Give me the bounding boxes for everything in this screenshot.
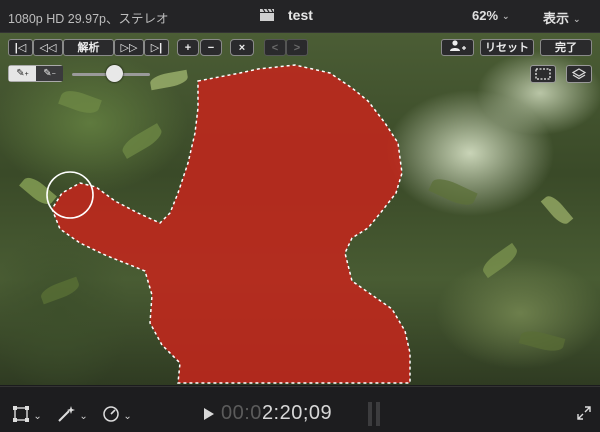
viewer-header: 1080p HD 29.97p、ステレオ test 62% ⌄ 表示 ⌄ xyxy=(0,0,600,33)
selection-view-button[interactable] xyxy=(530,65,556,83)
timecode-bright: 2:20;09 xyxy=(261,402,333,424)
matte-view-button[interactable] xyxy=(566,65,592,83)
timecode-display: 00:02:20;09 xyxy=(221,402,332,425)
paint-brush-add-icon[interactable]: ✎+ xyxy=(9,66,36,81)
paint-brush-erase-icon[interactable]: ✎− xyxy=(36,66,63,81)
magic-wand-icon xyxy=(58,406,75,422)
clear-selection-button[interactable]: × xyxy=(230,39,254,56)
step-forward-button[interactable]: ▷▷ xyxy=(114,39,144,56)
reset-button[interactable]: リセット xyxy=(480,39,534,56)
speedometer-icon xyxy=(103,406,119,422)
add-person-button[interactable] xyxy=(441,39,474,56)
transform-crop-icon xyxy=(13,406,29,422)
subtract-selection-button[interactable]: − xyxy=(200,39,222,56)
transform-menu[interactable]: ⌄ xyxy=(12,405,42,426)
chevron-down-icon: ⌄ xyxy=(573,14,581,24)
last-frame-button[interactable]: ▷| xyxy=(144,39,169,56)
project-title: test xyxy=(288,7,313,23)
dashed-rectangle-icon xyxy=(535,68,551,80)
view-menu[interactable]: 表示 ⌄ xyxy=(543,8,581,27)
add-person-icon xyxy=(449,40,466,51)
add-selection-button[interactable]: + xyxy=(177,39,199,56)
audio-meter-right xyxy=(376,402,380,426)
object-mask-overlay xyxy=(46,64,411,384)
next-button[interactable]: > xyxy=(286,39,308,56)
zoom-menu[interactable]: 62% ⌄ xyxy=(472,8,510,23)
audio-meter-left xyxy=(368,402,372,426)
fullscreen-button[interactable] xyxy=(577,406,591,423)
layers-icon xyxy=(571,68,587,80)
chevron-down-icon: ⌄ xyxy=(502,11,510,21)
play-icon xyxy=(204,408,214,420)
chevron-down-icon: ⌄ xyxy=(79,411,88,422)
chevron-down-icon: ⌄ xyxy=(123,411,132,422)
view-menu-label: 表示 xyxy=(543,11,570,26)
done-button[interactable]: 完了 xyxy=(540,39,592,56)
previous-button[interactable]: < xyxy=(264,39,286,56)
analyze-button[interactable]: 解析 xyxy=(63,39,114,56)
brush-mode-toggle[interactable]: ✎+ ✎− xyxy=(8,65,63,82)
clapperboard-icon xyxy=(260,9,274,21)
brush-size-slider-knob[interactable] xyxy=(106,65,123,82)
video-viewer[interactable]: |◁ ◁◁ 解析 ▷▷ ▷| + − × < > リセット 完了 xyxy=(0,33,600,385)
play-button[interactable] xyxy=(204,408,214,423)
step-back-button[interactable]: ◁◁ xyxy=(33,39,63,56)
red-selection-mask xyxy=(51,64,411,384)
chevron-down-icon: ⌄ xyxy=(33,411,42,422)
timecode-dim: 00:0 xyxy=(221,402,262,424)
video-format-label: 1080p HD 29.97p、ステレオ xyxy=(8,12,169,26)
fullscreen-icon xyxy=(577,406,591,420)
retime-menu[interactable]: ⌄ xyxy=(102,405,132,426)
effects-menu[interactable]: ⌄ xyxy=(56,405,88,426)
first-frame-button[interactable]: |◁ xyxy=(8,39,33,56)
zoom-value: 62% xyxy=(472,8,499,23)
